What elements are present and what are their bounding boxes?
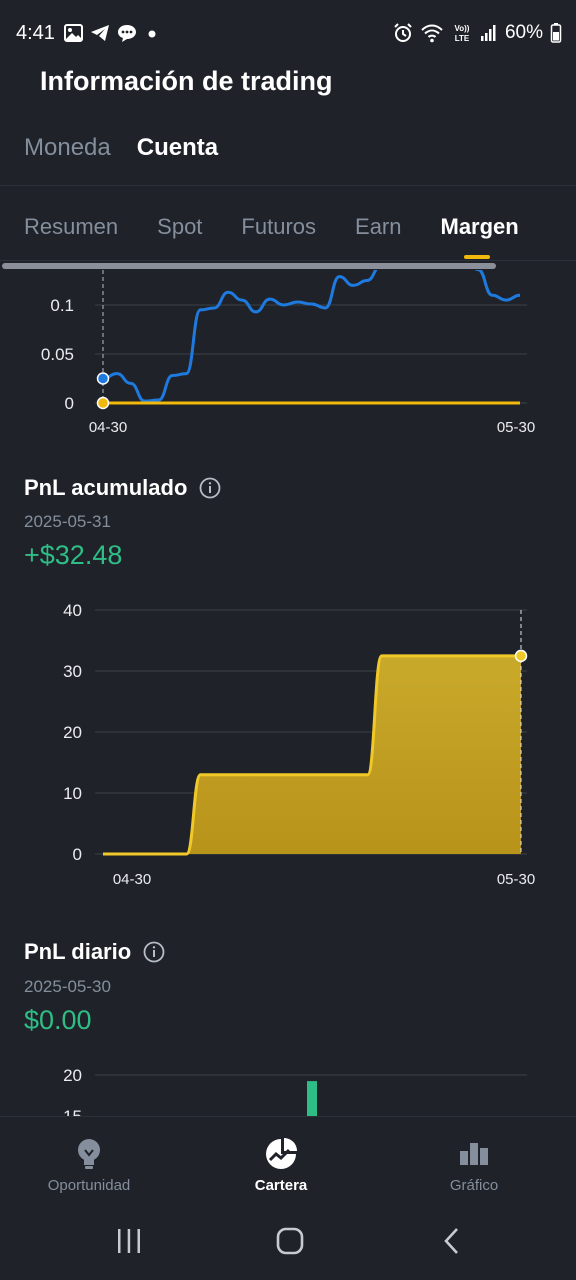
y-tick-label: 0.05 bbox=[41, 345, 74, 364]
svg-text:Vo)): Vo)) bbox=[454, 24, 469, 33]
bottom-navigation: Oportunidad Cartera Gráfico bbox=[0, 1116, 576, 1205]
nav-cartera[interactable]: Cartera bbox=[211, 1137, 351, 1194]
home-icon[interactable] bbox=[275, 1226, 305, 1256]
nav-grafico[interactable]: Gráfico bbox=[404, 1137, 544, 1194]
y-tick-label: 20 bbox=[63, 1066, 82, 1085]
y-tick-label: 15 bbox=[63, 1107, 82, 1116]
highlight-point bbox=[514, 649, 528, 663]
daily-bar bbox=[307, 1081, 317, 1116]
status-notification-icons bbox=[64, 22, 160, 44]
status-system-icons: Vo)) LTE 60% bbox=[393, 22, 562, 44]
highlight-point bbox=[96, 396, 110, 410]
dot-icon bbox=[148, 30, 156, 38]
status-time: 4:41 bbox=[16, 22, 55, 44]
signal-icon bbox=[480, 25, 496, 41]
back-icon[interactable] bbox=[440, 1226, 464, 1256]
telegram-icon bbox=[91, 25, 109, 41]
pnl-diario-title: PnL diario bbox=[24, 939, 132, 964]
page-title: Información de trading bbox=[40, 66, 333, 96]
margin-line-chart: 0.1 0.05 0 04-30 05-30 bbox=[41, 270, 535, 436]
bar-chart-icon bbox=[460, 1143, 488, 1165]
pnl-diario-chart: 2015 bbox=[63, 1066, 527, 1116]
y-tick-label: 10 bbox=[63, 784, 82, 803]
system-navigation-bar bbox=[0, 1204, 576, 1280]
nav-oportunidad[interactable]: Oportunidad bbox=[19, 1137, 159, 1194]
y-tick-label: 40 bbox=[63, 601, 82, 620]
x-tick-label: 04-30 bbox=[113, 871, 151, 888]
y-tick-label: 0 bbox=[65, 394, 74, 413]
sub-tabs: Resumen Spot Futuros Earn Margen bbox=[24, 214, 519, 259]
x-tick-label: 05-30 bbox=[497, 871, 535, 888]
battery-icon bbox=[550, 23, 562, 43]
svg-text:LTE: LTE bbox=[455, 34, 470, 43]
highlight-point bbox=[96, 372, 110, 385]
tab-moneda[interactable]: Moneda bbox=[24, 134, 111, 162]
divider bbox=[0, 185, 576, 186]
tab-earn[interactable]: Earn bbox=[355, 214, 401, 240]
wifi-icon bbox=[421, 24, 443, 43]
pnl-diario-value: $0.00 bbox=[24, 1005, 92, 1035]
tab-margen[interactable]: Margen bbox=[441, 214, 519, 259]
x-tick-label: 04-30 bbox=[89, 419, 127, 436]
series-line-blue bbox=[102, 270, 521, 403]
divider bbox=[0, 260, 576, 261]
battery-percentage: 60% bbox=[504, 22, 543, 43]
pnl-acumulado-heading: PnL acumulado bbox=[24, 475, 221, 501]
horizontal-scrollbar[interactable] bbox=[2, 263, 496, 269]
recent-apps-icon[interactable] bbox=[115, 1226, 143, 1256]
nav-oportunidad-label: Oportunidad bbox=[47, 1177, 131, 1194]
nav-cartera-label: Cartera bbox=[254, 1177, 308, 1194]
pnl-diario-date: 2025-05-30 bbox=[24, 977, 111, 996]
tab-futuros[interactable]: Futuros bbox=[241, 214, 316, 240]
info-icon[interactable] bbox=[199, 477, 221, 499]
y-tick-label: 30 bbox=[63, 662, 82, 681]
pnl-acumulado-date: 2025-05-31 bbox=[24, 512, 111, 531]
tab-resumen[interactable]: Resumen bbox=[24, 214, 118, 240]
top-tabs: Moneda Cuenta bbox=[24, 134, 218, 162]
image-icon bbox=[64, 24, 83, 42]
pnl-acumulado-title: PnL acumulado bbox=[24, 475, 188, 500]
y-tick-label: 0 bbox=[73, 845, 82, 864]
portfolio-icon bbox=[266, 1138, 297, 1169]
tab-cuenta[interactable]: Cuenta bbox=[137, 134, 218, 162]
volte-icon: Vo))LTE bbox=[454, 24, 470, 43]
info-icon[interactable] bbox=[143, 941, 165, 963]
nav-grafico-label: Gráfico bbox=[449, 1177, 499, 1194]
tab-spot[interactable]: Spot bbox=[157, 214, 202, 240]
area-fill bbox=[103, 655, 521, 854]
status-bar: 4:41 Vo)) LTE 60% bbox=[0, 0, 576, 66]
y-tick-label: 0.1 bbox=[50, 296, 74, 315]
pnl-diario-heading: PnL diario bbox=[24, 939, 165, 965]
pnl-acumulado-chart: 40 30 20 10 0 04-30 05-30 bbox=[63, 601, 535, 888]
x-tick-label: 05-30 bbox=[497, 419, 535, 436]
y-tick-label: 20 bbox=[63, 723, 82, 742]
pnl-acumulado-value: +$32.48 bbox=[24, 540, 123, 570]
lightbulb-icon bbox=[78, 1139, 100, 1169]
chat-icon bbox=[118, 24, 136, 42]
alarm-icon bbox=[394, 23, 412, 42]
